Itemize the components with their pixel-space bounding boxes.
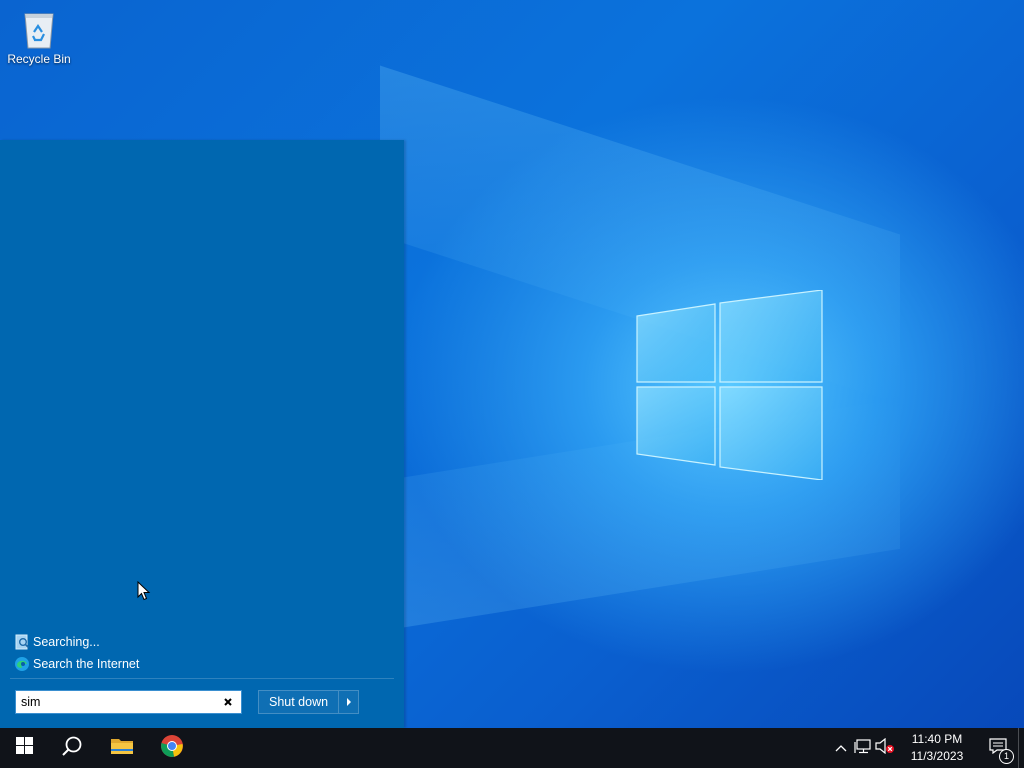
wallpaper-windows-logo [636, 289, 823, 481]
system-tray: 11:40 PM 11/3/2023 1 [830, 728, 1024, 768]
result-label: Search the Internet [33, 657, 140, 671]
search-button[interactable] [48, 728, 96, 768]
taskbar: 11:40 PM 11/3/2023 1 [0, 728, 1024, 768]
volume-button[interactable] [874, 728, 896, 768]
file-explorer-button[interactable] [98, 728, 146, 768]
clock-date: 11/3/2023 [910, 749, 964, 763]
search-input[interactable] [16, 691, 211, 713]
action-center-button[interactable]: 1 [978, 728, 1018, 768]
start-menu: Searching... Search the Internet Shut do… [0, 140, 404, 728]
shutdown-group: Shut down [258, 690, 360, 714]
menu-divider [10, 678, 394, 679]
mouse-cursor-icon [137, 580, 151, 601]
show-desktop-button[interactable] [1018, 728, 1024, 768]
edge-icon [14, 656, 30, 672]
shutdown-button[interactable]: Shut down [258, 690, 340, 714]
show-hidden-icons-button[interactable] [830, 728, 852, 768]
clear-search-icon[interactable] [221, 695, 235, 709]
chevron-up-icon [835, 739, 847, 757]
start-button[interactable] [0, 728, 48, 768]
search-box [15, 690, 242, 714]
recycle-bin-label: Recycle Bin [7, 52, 71, 66]
chrome-button[interactable] [148, 728, 196, 768]
search-icon [61, 735, 83, 762]
network-icon [854, 738, 872, 759]
volume-muted-icon [875, 737, 895, 759]
clock-time: 11:40 PM [911, 732, 963, 746]
shutdown-label: Shut down [269, 695, 329, 709]
recycle-bin-icon [4, 6, 74, 50]
search-results: Searching... Search the Internet [14, 631, 139, 675]
windows-icon [15, 737, 33, 759]
recycle-bin-desktop-icon[interactable]: Recycle Bin [4, 6, 74, 66]
notification-count-badge: 1 [999, 749, 1014, 764]
chevron-right-icon [346, 693, 352, 711]
folder-icon [110, 736, 134, 761]
result-search-internet[interactable]: Search the Internet [14, 653, 139, 675]
chrome-icon [160, 734, 184, 763]
clock[interactable]: 11:40 PM 11/3/2023 [896, 731, 978, 765]
searching-icon [14, 634, 30, 650]
result-label: Searching... [33, 635, 100, 649]
shutdown-options-button[interactable] [339, 690, 360, 714]
result-searching[interactable]: Searching... [14, 631, 139, 653]
network-button[interactable] [852, 728, 874, 768]
